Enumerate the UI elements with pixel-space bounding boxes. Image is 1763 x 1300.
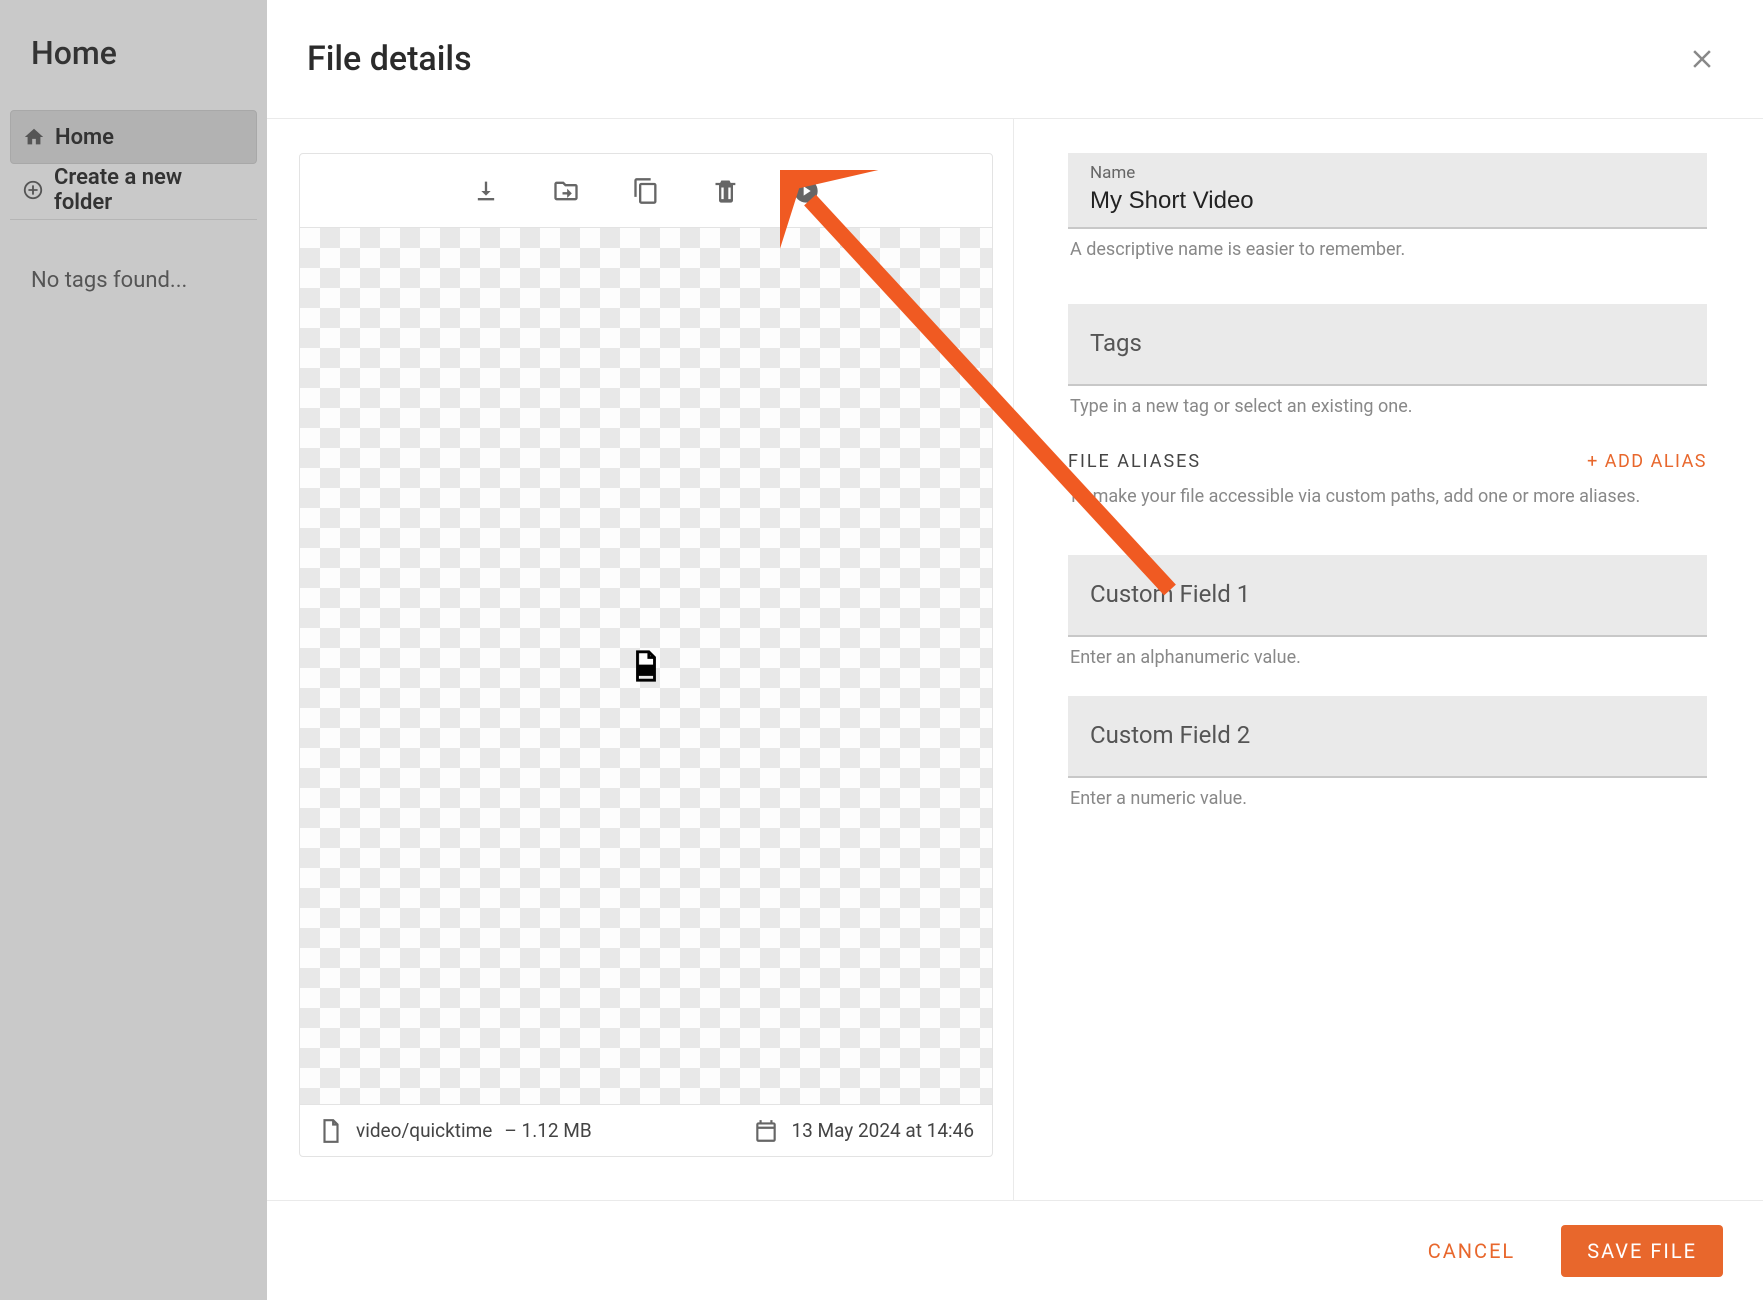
copy-icon[interactable] [632, 177, 660, 205]
close-icon[interactable] [1687, 44, 1717, 74]
name-label: Name [1090, 163, 1685, 183]
aliases-header: FILE ALIASES + ADD ALIAS [1068, 451, 1707, 472]
custom-field-2: Custom Field 2 Enter a numeric value. [1068, 696, 1707, 809]
tags-helper: Type in a new tag or select an existing … [1068, 396, 1707, 417]
move-icon[interactable] [552, 177, 580, 205]
file-document-icon [629, 649, 663, 683]
bg-nav-home: Home [10, 110, 257, 164]
modal-header: File details [267, 0, 1763, 119]
custom-field-1: Custom Field 1 Enter an alphanumeric val… [1068, 555, 1707, 668]
preview-size: 1.12 MB [504, 1119, 591, 1142]
delete-icon[interactable] [712, 177, 740, 205]
bg-page-title: Home [31, 34, 117, 72]
aliases-helper: To make your file accessible via custom … [1068, 486, 1707, 507]
name-field: Name A descriptive name is easier to rem… [1068, 153, 1707, 260]
save-file-button[interactable]: SAVE FILE [1561, 1225, 1723, 1277]
preview-toolbar [300, 154, 992, 228]
name-input[interactable] [1090, 187, 1685, 215]
preview-area [300, 228, 992, 1104]
name-helper: A descriptive name is easier to remember… [1068, 239, 1707, 260]
preview-date-info: 13 May 2024 at 14:46 [753, 1118, 974, 1144]
bg-nav-home-label: Home [55, 125, 114, 150]
cf2-helper: Enter a numeric value. [1068, 788, 1707, 809]
add-alias-button[interactable]: + ADD ALIAS [1587, 451, 1707, 472]
preview-file-info: video/quicktime 1.12 MB [318, 1118, 592, 1144]
cancel-button[interactable]: CANCEL [1410, 1225, 1534, 1277]
bg-no-tags-text: No tags found... [31, 268, 187, 293]
bg-nav-create: Create a new folder [10, 166, 257, 220]
modal-footer: CANCEL SAVE FILE [267, 1200, 1763, 1300]
preview-date: 13 May 2024 at 14:46 [791, 1119, 974, 1142]
calendar-icon [753, 1118, 779, 1144]
cf1-helper: Enter an alphanumeric value. [1068, 647, 1707, 668]
modal-title: File details [307, 39, 472, 79]
aliases-title: FILE ALIASES [1068, 451, 1201, 472]
tags-input-wrap[interactable]: Tags [1068, 304, 1707, 386]
cf2-label: Custom Field 2 [1090, 721, 1250, 749]
bg-nav: Home Create a new folder [10, 110, 257, 220]
play-icon[interactable] [792, 177, 820, 205]
preview-footer: video/quicktime 1.12 MB 13 May 2024 at 1… [300, 1104, 992, 1156]
add-circle-icon [22, 179, 44, 201]
preview-column: video/quicktime 1.12 MB 13 May 2024 at 1… [267, 119, 1014, 1200]
file-details-modal: File details video/quicktime [267, 0, 1763, 1300]
preview-card: video/quicktime 1.12 MB 13 May 2024 at 1… [299, 153, 993, 1157]
background-sidebar: Home Home Create a new folder No tags fo… [0, 0, 267, 1300]
name-input-wrap[interactable]: Name [1068, 153, 1707, 229]
cf1-label: Custom Field 1 [1090, 580, 1250, 608]
cf1-input-wrap[interactable]: Custom Field 1 [1068, 555, 1707, 637]
file-icon [318, 1118, 344, 1144]
bg-nav-create-label: Create a new folder [54, 165, 245, 215]
modal-body: video/quicktime 1.12 MB 13 May 2024 at 1… [267, 119, 1763, 1200]
form-column: Name A descriptive name is easier to rem… [1014, 119, 1763, 1200]
home-icon [23, 126, 45, 148]
preview-mime: video/quicktime [356, 1119, 492, 1142]
cf2-input-wrap[interactable]: Custom Field 2 [1068, 696, 1707, 778]
tags-label: Tags [1090, 329, 1142, 357]
tags-field: Tags Type in a new tag or select an exis… [1068, 304, 1707, 417]
download-icon[interactable] [472, 177, 500, 205]
